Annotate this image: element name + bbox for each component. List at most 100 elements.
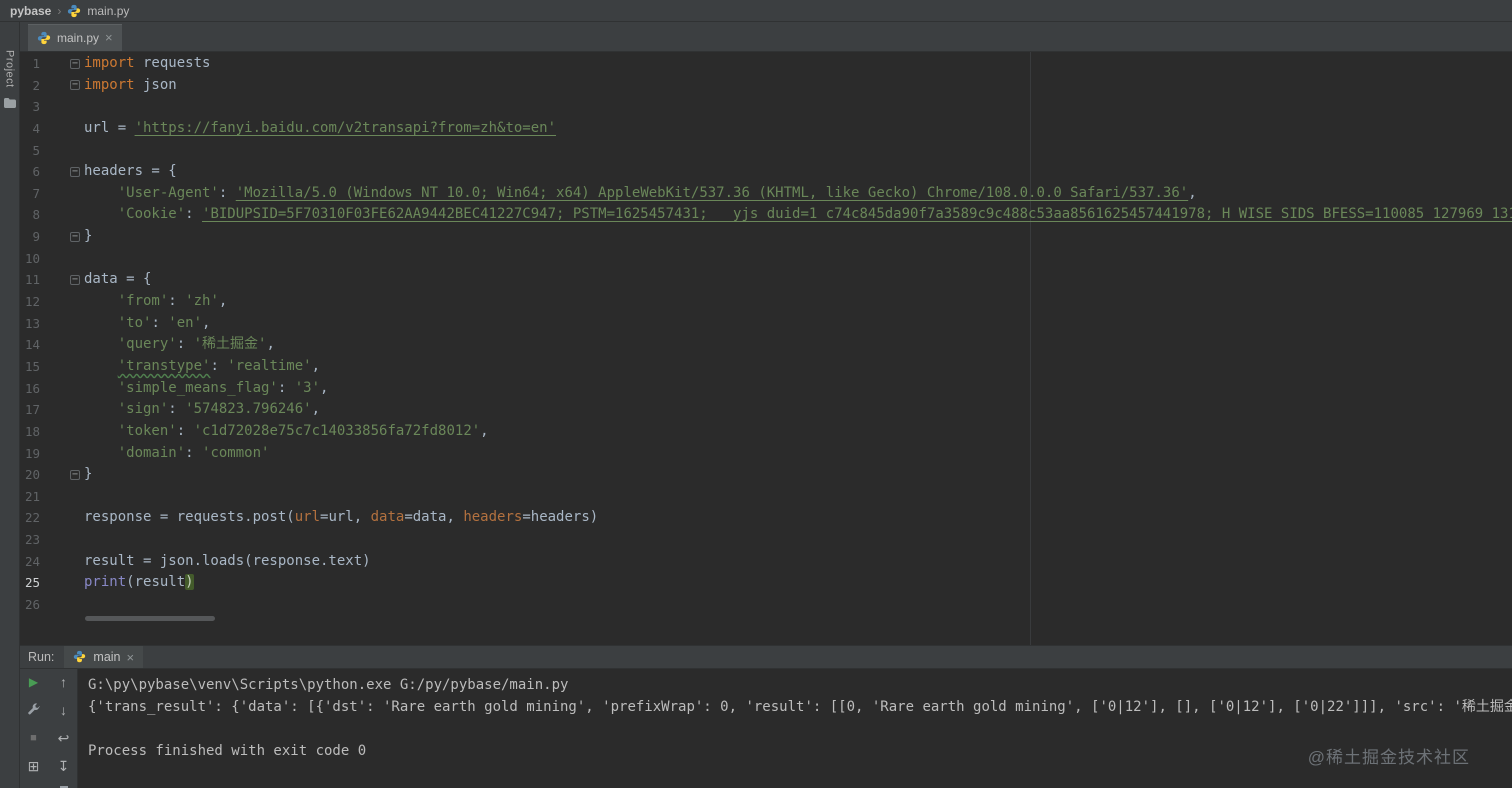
fold-marker-icon[interactable]: − xyxy=(40,53,84,75)
wrench-icon[interactable] xyxy=(26,702,42,718)
editor-tab-main-py[interactable]: main.py × xyxy=(28,24,122,51)
code-line[interactable]: 9 −} xyxy=(20,226,1512,248)
code-text: import requests xyxy=(84,55,211,71)
code-text: 'User-Agent': 'Mozilla/5.0 (Windows NT 1… xyxy=(117,184,1197,201)
line-number: 15 xyxy=(24,358,40,374)
line-number: 8 xyxy=(32,207,40,223)
code-line[interactable]: 24 result = json.loads(response.text) xyxy=(20,551,1512,573)
code-text: 'transtype': 'realtime', xyxy=(117,357,321,374)
python-icon xyxy=(37,31,51,45)
fold-gutter xyxy=(40,572,84,594)
line-number: 18 xyxy=(24,423,40,439)
code-line[interactable]: 15 'transtype': 'realtime', xyxy=(20,356,1512,378)
left-tool-strip: Project xyxy=(0,22,20,788)
line-number: 3 xyxy=(32,99,40,115)
project-tool-button[interactable]: Project xyxy=(4,50,16,88)
code-editor[interactable]: 1− import requests 2− import json 3 4 url = 'h… xyxy=(20,52,1512,645)
down-stack-icon[interactable]: ↓ xyxy=(56,702,72,718)
code-line[interactable]: 25 print(result) xyxy=(20,572,1512,594)
chevron-icon: › xyxy=(57,3,62,18)
breadcrumb-project[interactable]: pybase xyxy=(10,4,51,18)
breadcrumb-file[interactable]: main.py xyxy=(87,4,129,18)
line-number: 1 xyxy=(32,56,40,71)
code-line[interactable]: 12 'from': 'zh', xyxy=(20,291,1512,313)
close-icon[interactable]: × xyxy=(127,651,135,664)
fold-minus-icon[interactable]: − xyxy=(70,275,80,286)
breadcrumb: pybase › main.py xyxy=(0,0,1512,22)
fold-gutter xyxy=(40,183,84,205)
code-line[interactable]: 23 xyxy=(20,529,1512,551)
code-line[interactable]: 10 xyxy=(20,248,1512,270)
line-number: 9 xyxy=(32,229,40,245)
code-line[interactable]: 13 'to': 'en', xyxy=(20,313,1512,335)
fold-gutter xyxy=(40,551,84,573)
fold-marker-icon[interactable]: − xyxy=(40,161,84,183)
code-line[interactable]: 26 xyxy=(20,594,1512,616)
fold-gutter xyxy=(40,204,84,226)
fold-gutter xyxy=(40,507,84,529)
fold-marker-icon[interactable]: − xyxy=(40,269,84,291)
fold-marker-icon[interactable]: − xyxy=(40,75,84,97)
up-stack-icon[interactable]: ↑ xyxy=(56,674,72,690)
code-text: response = requests.post(url=url, data=d… xyxy=(84,509,599,526)
line-number: 2 xyxy=(32,77,40,93)
code-line[interactable]: 22 response = requests.post(url=url, data… xyxy=(20,507,1512,529)
code-line[interactable]: 1 − import requests xyxy=(20,53,1512,75)
code-text: 'simple_means_flag': '3', xyxy=(117,379,329,396)
run-toolbar-outer-column: ▶ ■ ⊞ xyxy=(23,674,45,788)
run-tab-main[interactable]: main × xyxy=(64,646,144,668)
fold-gutter xyxy=(40,118,84,140)
code-text: } xyxy=(84,228,93,245)
fold-gutter xyxy=(40,140,84,162)
code-line[interactable]: 7 'User-Agent': 'Mozilla/5.0 (Windows NT… xyxy=(20,183,1512,205)
layout-icon[interactable]: ⊞ xyxy=(26,758,42,774)
line-number: 5 xyxy=(32,142,40,158)
code-line[interactable]: 18 'token': 'c1d72028e75c7c14033856fa72f… xyxy=(20,421,1512,443)
soft-wrap-icon[interactable]: ↩ xyxy=(56,730,72,746)
folder-icon[interactable] xyxy=(3,97,16,108)
code-line[interactable]: 5 xyxy=(20,140,1512,162)
line-number: 13 xyxy=(24,315,40,331)
code-text: 'query': '稀土掘金', xyxy=(117,336,275,353)
code-text: import json xyxy=(84,76,177,93)
pycharm-window: pybase › main.py Project main.py × 1− imp… xyxy=(0,0,1512,788)
code-text: 'from': 'zh', xyxy=(117,293,228,310)
code-line[interactable]: 3 xyxy=(20,96,1512,118)
fold-gutter xyxy=(40,248,84,270)
line-number: 22 xyxy=(24,510,40,526)
code-line[interactable]: 6 − headers = { xyxy=(20,161,1512,183)
run-console[interactable]: G:\py\pybase\venv\Scripts\python.exe G:/… xyxy=(78,669,1512,788)
code-line[interactable]: 16 'simple_means_flag': '3', xyxy=(20,378,1512,400)
console-line: G:\py\pybase\venv\Scripts\python.exe G:/… xyxy=(88,677,569,693)
fold-marker-icon[interactable]: − xyxy=(40,464,84,486)
run-toolbar: ▶ ■ ⊞ ↑ ↓ ↩ ↧ xyxy=(20,669,78,788)
fold-gutter xyxy=(40,313,84,335)
code-line[interactable]: 4 url = 'https://fanyi.baidu.com/v2transa… xyxy=(20,118,1512,140)
tab-label: main.py xyxy=(57,30,100,45)
code-text: 'token': 'c1d72028e75c7c14033856fa72fd80… xyxy=(117,422,489,439)
code-line[interactable]: 20 −} xyxy=(20,464,1512,486)
horizontal-scrollbar[interactable] xyxy=(85,616,215,621)
close-icon[interactable]: × xyxy=(105,31,113,44)
code-line[interactable]: 21 xyxy=(20,486,1512,508)
rerun-icon[interactable]: ▶ xyxy=(26,674,42,690)
code-line[interactable]: 11 − data = { xyxy=(20,269,1512,291)
fold-minus-icon[interactable]: − xyxy=(70,58,80,69)
fold-minus-icon[interactable]: − xyxy=(70,231,80,242)
line-number: 14 xyxy=(24,337,40,353)
code-line[interactable]: 8 'Cookie': 'BIDUPSID=5F70310F03FE62AA94… xyxy=(20,204,1512,226)
code-text: 'Cookie': 'BIDUPSID=5F70310F03FE62AA9442… xyxy=(117,206,1512,223)
stop-icon: ■ xyxy=(30,732,37,744)
fold-marker-icon[interactable]: − xyxy=(40,226,84,248)
fold-minus-icon[interactable]: − xyxy=(70,469,80,480)
line-number: 10 xyxy=(24,250,40,266)
scroll-to-end-icon[interactable]: ↧ xyxy=(56,758,72,774)
fold-minus-icon[interactable]: − xyxy=(70,167,80,178)
fold-gutter xyxy=(40,356,84,378)
fold-minus-icon[interactable]: − xyxy=(70,80,80,91)
code-line[interactable]: 17 'sign': '574823.796246', xyxy=(20,399,1512,421)
code-line[interactable]: 14 'query': '稀土掘金', xyxy=(20,334,1512,356)
fold-gutter xyxy=(40,291,84,313)
code-line[interactable]: 19 'domain': 'common' xyxy=(20,443,1512,465)
code-line[interactable]: 2 − import json xyxy=(20,75,1512,97)
